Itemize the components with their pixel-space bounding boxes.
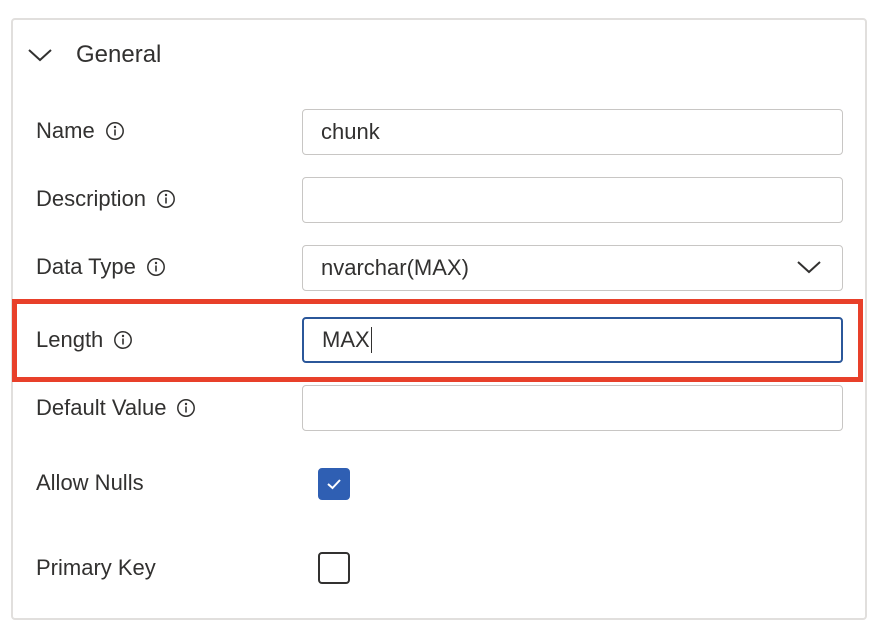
allow-nulls-label-text: Allow Nulls xyxy=(36,470,144,495)
primary-key-label: Primary Key xyxy=(36,555,156,581)
length-input[interactable]: MAX xyxy=(302,317,843,363)
info-icon[interactable] xyxy=(113,330,133,350)
primary-key-label-text: Primary Key xyxy=(36,555,156,580)
default-value-input[interactable] xyxy=(302,385,843,431)
length-label-text: Length xyxy=(36,327,104,352)
data-type-label: Data Type xyxy=(36,254,166,280)
default-value-label-text: Default Value xyxy=(36,395,167,420)
length-label: Length xyxy=(36,327,133,353)
description-label: Description xyxy=(36,186,176,212)
info-icon[interactable] xyxy=(105,121,125,141)
description-label-text: Description xyxy=(36,186,147,211)
info-icon[interactable] xyxy=(176,398,196,418)
allow-nulls-checkbox[interactable] xyxy=(318,468,350,500)
checkmark-icon xyxy=(327,479,341,490)
data-type-selected-value: nvarchar(MAX) xyxy=(321,255,469,280)
data-type-dropdown[interactable]: nvarchar(MAX) xyxy=(302,245,843,291)
chevron-down-icon xyxy=(796,255,822,281)
section-title: General xyxy=(76,41,162,68)
name-input[interactable] xyxy=(302,109,843,155)
allow-nulls-label: Allow Nulls xyxy=(36,470,144,496)
name-label-text: Name xyxy=(36,118,95,143)
data-type-label-text: Data Type xyxy=(36,254,136,279)
length-input-value: MAX xyxy=(322,327,370,352)
description-input[interactable] xyxy=(302,177,843,223)
default-value-label: Default Value xyxy=(36,395,196,421)
primary-key-checkbox[interactable] xyxy=(318,552,350,584)
info-icon[interactable] xyxy=(146,257,166,277)
name-label: Name xyxy=(36,118,125,144)
chevron-down-icon[interactable] xyxy=(26,45,54,65)
info-icon[interactable] xyxy=(156,189,176,209)
general-section-header[interactable]: General xyxy=(26,40,161,70)
text-cursor xyxy=(370,327,373,353)
